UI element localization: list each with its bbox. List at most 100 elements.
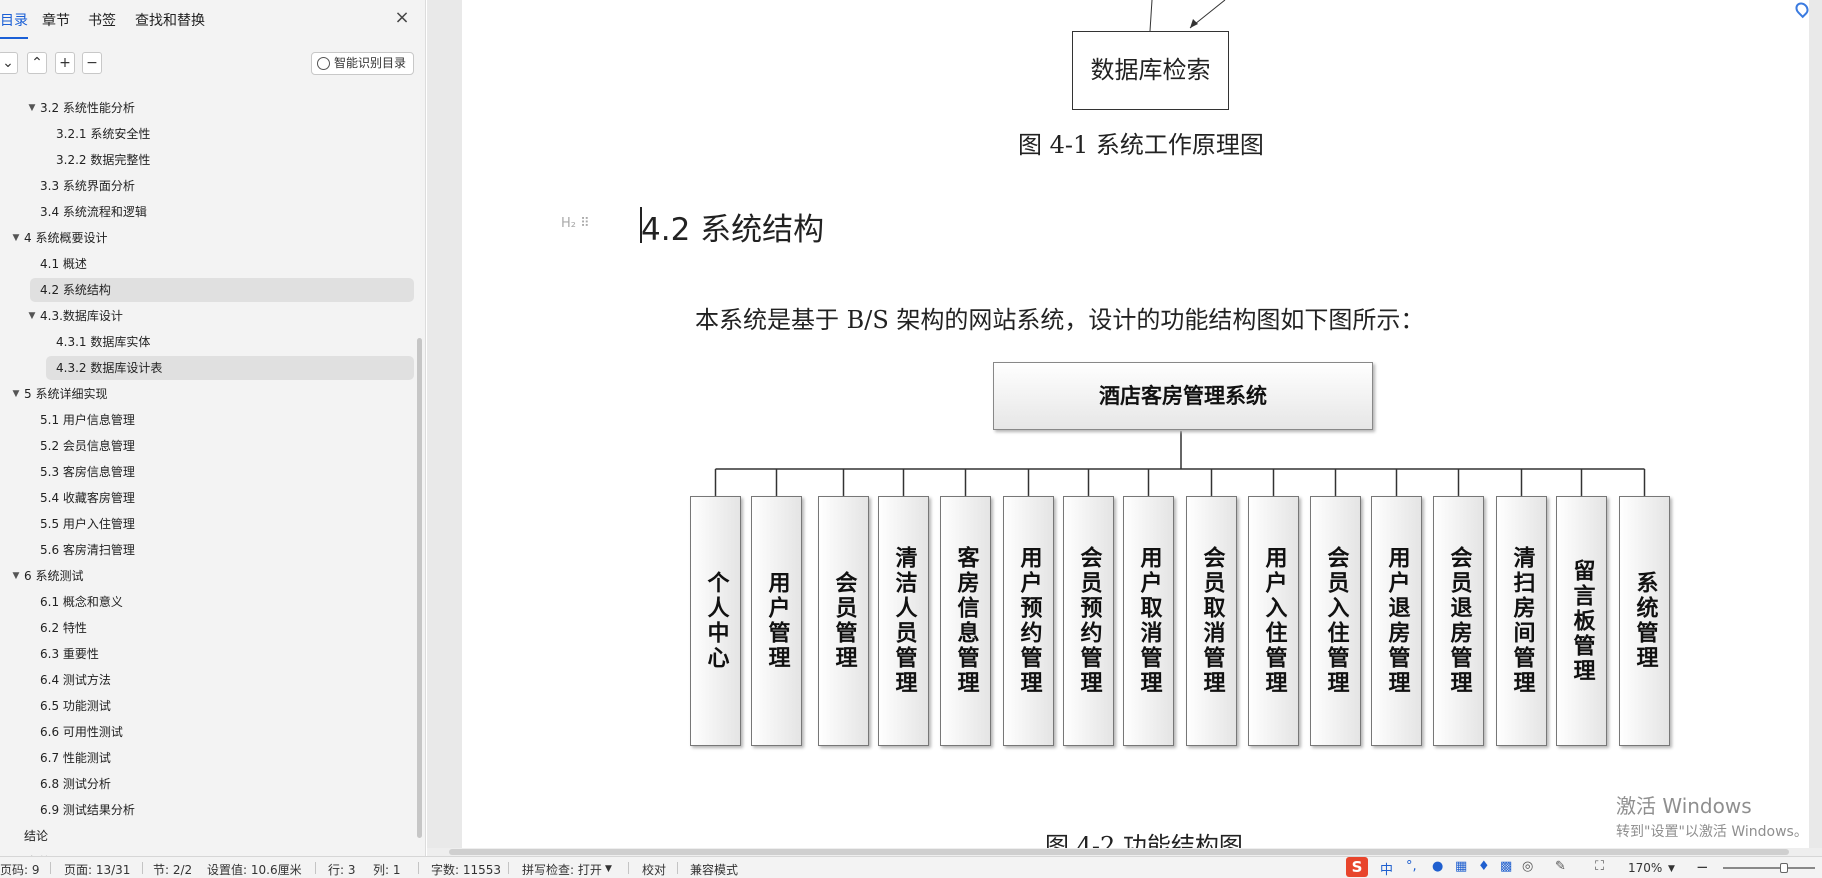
horizontal-scrollbar[interactable] — [427, 848, 1822, 856]
status-setting[interactable]: 设置值: 10.6厘米 — [207, 861, 302, 878]
status-separator — [315, 862, 316, 874]
chart-child-node: 用户预约管理 — [1003, 496, 1054, 746]
toc-item[interactable]: 5.5 用户入住管理 — [0, 512, 414, 536]
toc-item[interactable]: 5.1 用户信息管理 — [0, 408, 414, 432]
tab-toc[interactable]: 目录 — [0, 10, 28, 39]
tab-chapters[interactable]: 章节 — [42, 10, 70, 30]
chevron-down-icon[interactable]: ⌄ — [0, 52, 18, 74]
chart-child-label: 用户退房管理 — [1384, 546, 1410, 696]
chart-child-node: 系统管理 — [1619, 496, 1670, 746]
location-pin-icon[interactable] — [1792, 0, 1806, 18]
ime-language-indicator[interactable]: 中 — [1380, 859, 1393, 878]
toc-item-label: 3.2 系统性能分析 — [40, 101, 135, 115]
toc-item[interactable]: 5.4 收藏客房管理 — [0, 486, 414, 510]
toc-item[interactable]: 4.2 系统结构 — [30, 278, 414, 302]
toc-item-label: 6.7 性能测试 — [40, 751, 111, 765]
fit-screen-icon[interactable]: ⛶ — [1595, 859, 1604, 874]
toc-item[interactable]: 6.1 概念和意义 — [0, 590, 414, 614]
toc-item[interactable]: 6.7 性能测试 — [0, 746, 414, 770]
toc-item[interactable]: ▼ 4 系统概要设计 — [0, 226, 414, 250]
section-heading[interactable]: 4.2 系统结构 — [641, 204, 824, 249]
microphone-icon[interactable]: ● — [1432, 859, 1443, 874]
status-page[interactable]: 页面: 13/31 — [64, 861, 130, 878]
remove-heading-button[interactable]: − — [82, 52, 102, 74]
zoom-slider-track[interactable] — [1723, 867, 1815, 869]
toc-toolbar: ⌄ ⌃ + − 智能识别目录 — [0, 52, 425, 78]
chevron-down-icon[interactable]: ▼ — [605, 864, 612, 874]
toc-item-label: 5.6 客房清扫管理 — [40, 543, 135, 557]
toc-item[interactable]: 结论 — [0, 824, 414, 848]
heading-level-marker[interactable]: H₂ ⠿ — [561, 216, 590, 231]
zoom-level[interactable]: 170% — [1628, 861, 1662, 875]
toc-item-label: 5.3 客房信息管理 — [40, 465, 135, 479]
chart-child-node: 留言板管理 — [1556, 496, 1607, 746]
keyboard-icon[interactable]: ▦ — [1455, 859, 1467, 874]
toc-item[interactable]: 4.3.2 数据库设计表 — [46, 356, 414, 380]
status-section[interactable]: 节: 2/2 — [153, 861, 192, 878]
chart-child-node: 清扫房间管理 — [1496, 496, 1547, 746]
skin-icon[interactable]: ♦ — [1478, 859, 1490, 874]
caret-down-icon[interactable]: ▼ — [10, 226, 22, 250]
toc-item[interactable]: ▼ 3.2 系统性能分析 — [0, 96, 414, 120]
zoom-out-button[interactable]: − — [1696, 858, 1709, 876]
status-proofread[interactable]: 校对 — [642, 861, 666, 878]
toc-item-label: 3.2.1 系统安全性 — [56, 127, 151, 141]
toc-item[interactable]: 6.5 功能测试 — [0, 694, 414, 718]
toc-item[interactable]: 4.1 概述 — [0, 252, 414, 276]
ime-logo-icon[interactable]: S — [1346, 857, 1368, 877]
punctuation-icon[interactable]: °, — [1406, 859, 1417, 874]
close-icon[interactable]: × — [392, 8, 412, 28]
toc-item[interactable]: 5.6 客房清扫管理 — [0, 538, 414, 562]
toc-item[interactable]: ▼ 4.3.数据库设计 — [0, 304, 414, 328]
toc-item[interactable]: 3.2.1 系统安全性 — [0, 122, 414, 146]
toc-item[interactable]: 4.3.1 数据库实体 — [0, 330, 414, 354]
caret-down-icon[interactable]: ▼ — [10, 564, 22, 588]
status-word-count[interactable]: 字数: 11553 — [431, 861, 501, 878]
tab-find-replace[interactable]: 查找和替换 — [135, 10, 205, 30]
status-page-code[interactable]: 页码: 9 — [0, 861, 40, 878]
caret-down-icon[interactable]: ▼ — [10, 382, 22, 406]
add-heading-button[interactable]: + — [55, 52, 75, 74]
toc-item[interactable]: 3.4 系统流程和逻辑 — [0, 200, 414, 224]
smart-toc-button[interactable]: 智能识别目录 — [311, 52, 414, 75]
toc-item-label: 6.8 测试分析 — [40, 777, 111, 791]
toc-item[interactable]: 6.3 重要性 — [0, 642, 414, 666]
toc-item-label: 6.5 功能测试 — [40, 699, 111, 713]
windows-activation-watermark: 激活 Windows 转到"设置"以激活 Windows。 — [1616, 790, 1808, 841]
pen-icon[interactable]: ✎ — [1555, 859, 1566, 874]
chart-child-label: 会员管理 — [831, 571, 857, 671]
status-row[interactable]: 行: 3 — [328, 861, 356, 878]
chart-child-label: 会员预约管理 — [1076, 546, 1102, 696]
toc-item[interactable]: 6.6 可用性测试 — [0, 720, 414, 744]
horizontal-scrollbar-thumb[interactable] — [449, 849, 1789, 855]
zoom-slider-handle[interactable] — [1780, 863, 1788, 873]
chevron-down-icon[interactable]: ▼ — [1668, 864, 1675, 874]
toc-item[interactable]: 3.3 系统界面分析 — [0, 174, 414, 198]
toc-item[interactable]: ▼ 5 系统详细实现 — [0, 382, 414, 406]
chart-child-node: 清洁人员管理 — [878, 496, 929, 746]
caret-down-icon[interactable]: ▼ — [26, 96, 38, 120]
status-separator — [418, 862, 419, 874]
toc-item[interactable]: 6.9 测试结果分析 — [0, 798, 414, 822]
chart-child-label: 清洁人员管理 — [891, 546, 917, 696]
globe-icon[interactable]: ◎ — [1522, 859, 1533, 874]
toc-item[interactable]: 6.4 测试方法 — [0, 668, 414, 692]
status-compat-mode[interactable]: 兼容模式 — [690, 861, 738, 878]
toc-item[interactable]: 3.2.2 数据完整性 — [0, 148, 414, 172]
toc-item[interactable]: ▼ 6 系统测试 — [0, 564, 414, 588]
toc-item-label: 4 系统概要设计 — [24, 231, 108, 245]
toc-item[interactable]: 5.3 客房信息管理 — [0, 460, 414, 484]
toc-item-label: 3.4 系统流程和逻辑 — [40, 205, 147, 219]
chart-child-node: 会员退房管理 — [1433, 496, 1484, 746]
status-column[interactable]: 列: 1 — [373, 861, 401, 878]
body-paragraph[interactable]: 本系统是基于 B/S 架构的网站系统，设计的功能结构图如下图所示： — [695, 300, 1424, 335]
toc-item[interactable]: 5.2 会员信息管理 — [0, 434, 414, 458]
toc-item[interactable]: 6.8 测试分析 — [0, 772, 414, 796]
toc-item[interactable]: 6.2 特性 — [0, 616, 414, 640]
status-spellcheck[interactable]: 拼写检查: 打开 — [522, 861, 602, 878]
toolbox-icon[interactable]: ▩ — [1500, 859, 1512, 874]
caret-down-icon[interactable]: ▼ — [26, 304, 38, 328]
toc-scrollbar[interactable] — [417, 338, 422, 838]
tab-bookmarks[interactable]: 书签 — [88, 10, 116, 30]
chevron-up-icon[interactable]: ⌃ — [27, 52, 47, 74]
